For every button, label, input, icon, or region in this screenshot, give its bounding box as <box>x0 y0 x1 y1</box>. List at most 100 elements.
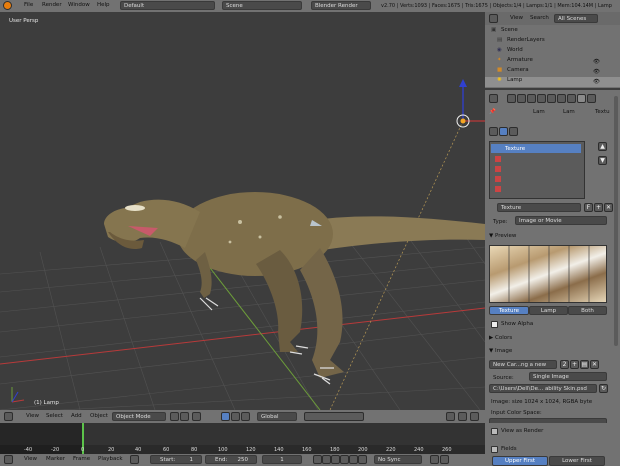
trex-model[interactable] <box>104 192 485 385</box>
colors-panel-header[interactable]: ▶ Colors <box>489 333 612 343</box>
timeline-menu-frame[interactable]: Frame <box>73 454 90 465</box>
timeline-editor-icon[interactable] <box>4 455 13 464</box>
start-frame-field[interactable]: Start: 1 <box>150 455 202 464</box>
keying-set-icon[interactable] <box>440 455 449 464</box>
menu-file[interactable]: File <box>24 0 33 11</box>
editor-type-icon[interactable] <box>4 412 13 421</box>
lamp-data-tab-icon[interactable] <box>567 94 576 103</box>
texture-slot-empty[interactable] <box>495 166 501 172</box>
layer-buttons-icon[interactable] <box>304 412 364 421</box>
current-frame-field[interactable]: 1 <box>262 455 302 464</box>
gizmo-z-arrow-icon[interactable] <box>459 79 467 87</box>
end-frame-field[interactable]: End: 250 <box>205 455 257 464</box>
scene-tab-icon[interactable] <box>527 94 536 103</box>
constraints-tab-icon[interactable] <box>557 94 566 103</box>
image-unlink-icon[interactable]: ✕ <box>590 360 599 369</box>
pivot-icon[interactable] <box>180 412 189 421</box>
new-texture-icon[interactable]: + <box>594 203 603 212</box>
camera-render-icon[interactable] <box>470 412 479 421</box>
fields-lower-first-tab[interactable]: Lower First <box>549 456 605 466</box>
fake-user-icon[interactable]: F <box>584 203 593 212</box>
move-slot-up-icon[interactable]: ▲ <box>598 142 607 151</box>
preview-tab-both[interactable]: Both <box>568 306 607 315</box>
menu-help[interactable]: Help <box>97 0 110 11</box>
visibility-eye-icon[interactable]: 👁 <box>593 59 600 65</box>
pin-icon[interactable]: 📌 <box>489 109 496 115</box>
viewport-3d[interactable]: User Persp (1) Lamp <box>0 12 485 410</box>
image-filepath-field[interactable]: C:\Users\Dell\De... ability Skin.psd <box>489 384 597 393</box>
render-preview-icon[interactable] <box>458 412 467 421</box>
outliner-menu-search[interactable]: Search <box>530 13 549 24</box>
reload-image-icon[interactable]: ↻ <box>599 384 608 393</box>
visibility-eye-icon[interactable]: 👁 <box>593 79 600 85</box>
menu-select[interactable]: Select <box>46 411 63 422</box>
timeline-menu-marker[interactable]: Marker <box>46 454 65 465</box>
fields-checkbox[interactable] <box>491 446 498 453</box>
preview-tab-texture[interactable]: Texture <box>489 306 529 315</box>
texture-type-selector[interactable]: Image or Movie <box>515 216 607 225</box>
world-texture-icon[interactable] <box>489 127 498 136</box>
unlink-texture-icon[interactable]: ✕ <box>604 203 613 212</box>
texture-tab-icon[interactable] <box>577 94 586 103</box>
next-keyframe-icon[interactable] <box>349 455 358 464</box>
orientation-selector[interactable]: Global <box>257 412 297 421</box>
particles-tab-icon[interactable] <box>587 94 596 103</box>
menu-window[interactable]: Window <box>68 0 90 11</box>
texture-slot-empty[interactable] <box>495 186 501 192</box>
image-fake-user-icon[interactable]: 2 <box>560 360 569 369</box>
texture-slot-empty[interactable] <box>495 176 501 182</box>
texture-slot-list[interactable]: Texture <box>489 141 585 199</box>
properties-editor-icon[interactable] <box>489 94 498 103</box>
outliner-filter-selector[interactable]: All Scenes <box>554 14 598 23</box>
preview-panel-header[interactable]: ▼ Preview <box>489 231 612 241</box>
lamp-texture-icon[interactable] <box>499 127 508 136</box>
menu-object[interactable]: Object <box>90 411 108 422</box>
timeline-menu-playback[interactable]: Playback <box>98 454 123 465</box>
texture-name-field[interactable]: Texture <box>497 203 581 212</box>
image-open-icon[interactable]: ▤ <box>580 360 589 369</box>
properties-scrollbar[interactable] <box>614 96 618 346</box>
blender-logo-icon[interactable] <box>3 1 12 10</box>
play-icon[interactable] <box>340 455 349 464</box>
image-source-selector[interactable]: Single Image <box>529 372 607 381</box>
show-alpha-checkbox[interactable] <box>491 321 498 328</box>
scene-selector[interactable]: Scene <box>222 1 302 10</box>
world-tab-icon[interactable] <box>537 94 546 103</box>
preview-tab-lamp[interactable]: Lamp <box>529 306 568 315</box>
view-as-render-checkbox[interactable] <box>491 428 498 435</box>
layout-selector[interactable]: Default <box>120 1 215 10</box>
record-icon[interactable] <box>130 455 139 464</box>
texture-slot-empty[interactable] <box>495 156 501 162</box>
render-layers-tab-icon[interactable] <box>517 94 526 103</box>
auto-key-icon[interactable] <box>430 455 439 464</box>
texture-slot-selected[interactable]: Texture <box>491 144 581 153</box>
timeline-menu-view[interactable]: View <box>24 454 37 465</box>
jump-start-icon[interactable] <box>313 455 322 464</box>
outliner-menu-view[interactable]: View <box>510 13 523 24</box>
breadcrumb-item[interactable]: Lam <box>533 109 545 115</box>
brush-texture-icon[interactable] <box>509 127 518 136</box>
menu-render[interactable]: Render <box>42 0 62 11</box>
snap-icon[interactable] <box>446 412 455 421</box>
outliner-editor-icon[interactable] <box>489 14 498 23</box>
render-engine-selector[interactable]: Blender Render <box>311 1 371 10</box>
breadcrumb-item[interactable]: Lam <box>563 109 575 115</box>
rotate-icon[interactable] <box>231 412 240 421</box>
visibility-eye-icon[interactable]: 👁 <box>593 69 600 75</box>
object-tab-icon[interactable] <box>547 94 556 103</box>
image-panel-header[interactable]: ▼ Image <box>489 346 612 356</box>
scale-icon[interactable] <box>241 412 250 421</box>
shading-icon[interactable] <box>170 412 179 421</box>
play-reverse-icon[interactable] <box>331 455 340 464</box>
image-new-icon[interactable]: + <box>570 360 579 369</box>
menu-add[interactable]: Add <box>71 411 82 422</box>
translate-icon[interactable] <box>221 412 230 421</box>
render-tab-icon[interactable] <box>507 94 516 103</box>
move-slot-down-icon[interactable]: ▼ <box>598 156 607 165</box>
mode-selector[interactable]: Object Mode <box>112 412 166 421</box>
sync-selector[interactable]: No Sync <box>374 455 422 464</box>
breadcrumb-item[interactable]: Textu <box>595 109 610 115</box>
fields-upper-first-tab[interactable]: Upper First <box>492 456 548 466</box>
image-datablock-field[interactable]: New Car...ng a new <box>489 360 557 369</box>
manipulator-toggle-icon[interactable] <box>192 412 201 421</box>
